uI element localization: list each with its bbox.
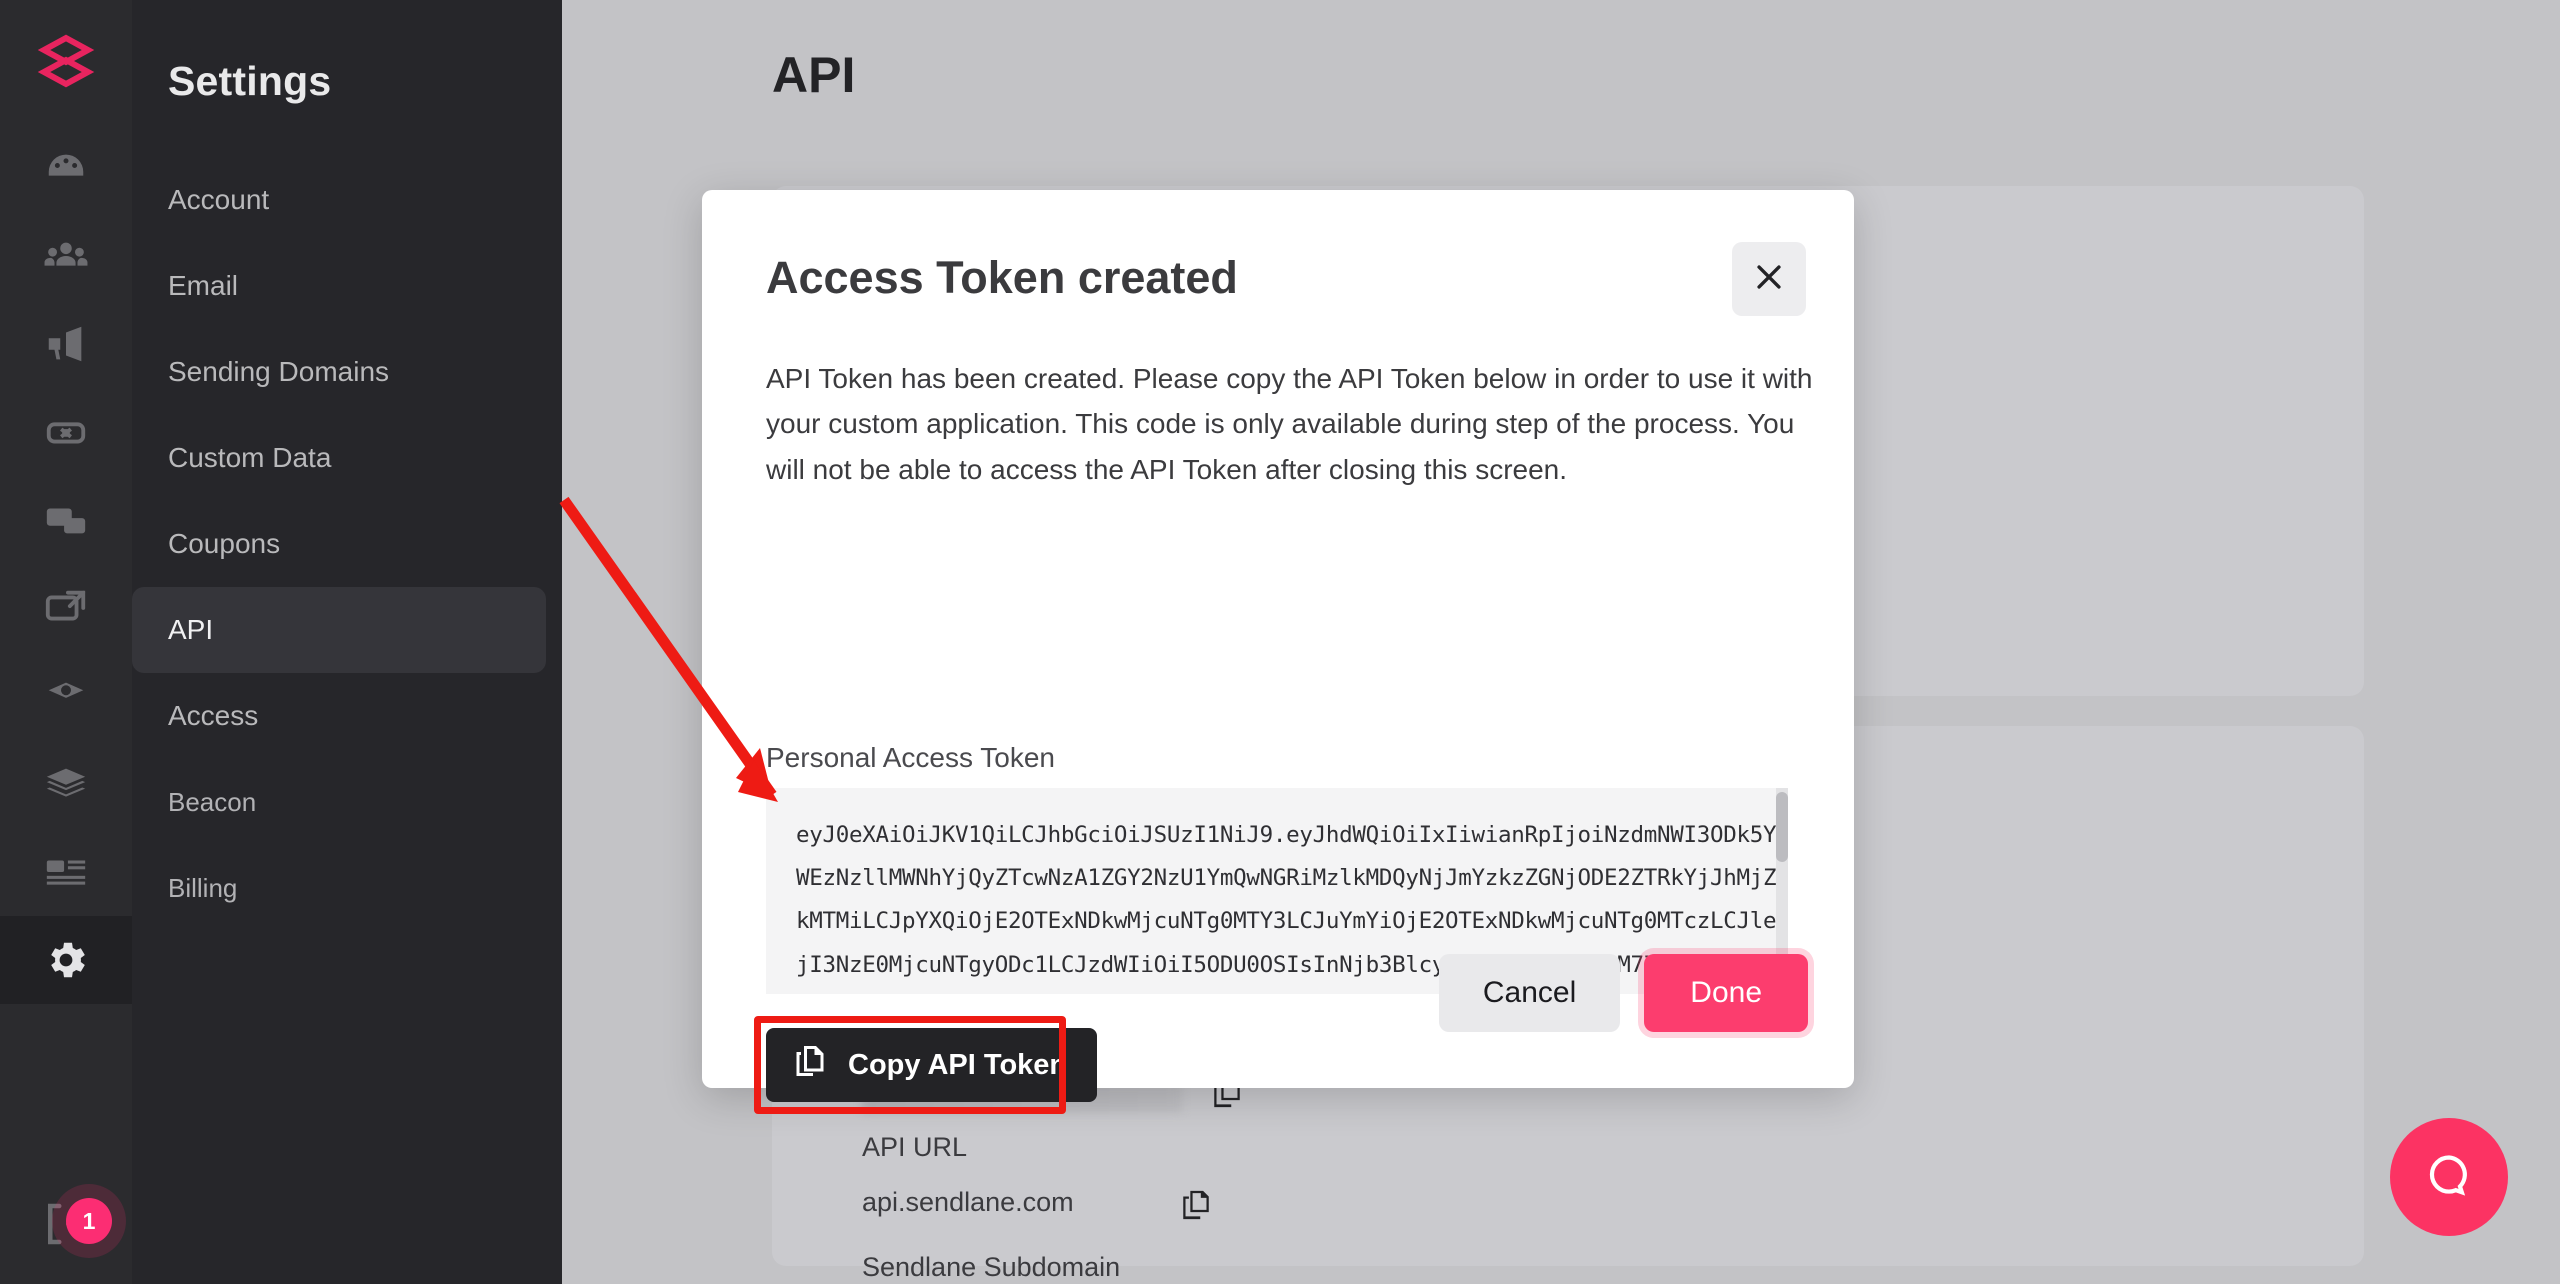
reviews-badge-icon xyxy=(43,673,89,719)
done-button[interactable]: Done xyxy=(1644,954,1808,1032)
chat-bubble-icon xyxy=(2421,1147,2477,1208)
sendlane-subdomain-label: Sendlane Subdomain xyxy=(862,1252,1121,1282)
sidebar-item-account[interactable]: 1 xyxy=(0,1168,132,1284)
sidebar-item-custom-data[interactable]: Custom Data xyxy=(132,415,546,501)
settings-gear-icon xyxy=(42,936,90,984)
sidebar-item-label: Beacon xyxy=(168,786,257,817)
copy-icon[interactable] xyxy=(1179,1188,1213,1222)
dashboard-gauge-icon xyxy=(43,145,89,191)
audience-people-icon xyxy=(43,233,89,279)
sidebar-item-label: Custom Data xyxy=(168,442,332,473)
sidebar-item-forms[interactable] xyxy=(0,564,132,652)
sidebar-item-library[interactable] xyxy=(0,740,132,828)
sidebar-item-billing[interactable]: Billing xyxy=(132,845,546,931)
sidebar-item-automations[interactable] xyxy=(0,388,132,476)
forms-popup-icon xyxy=(43,585,89,631)
token-field-label: Personal Access Token xyxy=(766,742,1055,773)
sidebar-item-settings[interactable] xyxy=(0,916,132,1004)
token-scrollbar-thumb[interactable] xyxy=(1776,792,1788,862)
sidebar-item-label: Coupons xyxy=(168,528,281,559)
sidebar-item-dashboard[interactable] xyxy=(0,124,132,212)
sidebar-item-email[interactable]: Email xyxy=(132,243,546,329)
cancel-button[interactable]: Cancel xyxy=(1438,954,1621,1032)
automation-flow-icon xyxy=(43,409,89,455)
sidebar-item-api[interactable]: API xyxy=(132,587,546,673)
sidebar-item-label: Access xyxy=(168,700,259,731)
sidebar-item-templates[interactable] xyxy=(0,828,132,916)
campaign-megaphone-icon xyxy=(43,321,89,367)
notification-badge[interactable]: 1 xyxy=(66,1198,112,1244)
sidebar-item-sending-domains[interactable]: Sending Domains xyxy=(132,329,546,415)
modal-description: API Token has been created. Please copy … xyxy=(766,363,1813,485)
sendlane-logo-icon[interactable] xyxy=(0,0,132,124)
sidebar-item-label: Account xyxy=(168,184,270,215)
copy-button-highlight xyxy=(754,1016,1066,1114)
sidebar-item-account-settings[interactable]: Account xyxy=(132,157,546,243)
page-title: API xyxy=(772,47,856,103)
library-layers-icon xyxy=(43,761,89,807)
sidebar-item-access[interactable]: Access xyxy=(132,673,546,759)
settings-nav: Account Email Sending Domains Custom Dat… xyxy=(132,157,562,931)
sidebar-item-coupons[interactable]: Coupons xyxy=(132,501,546,587)
close-button[interactable] xyxy=(1732,242,1806,316)
sidebar-item-label: Email xyxy=(168,270,239,301)
support-chat-button[interactable] xyxy=(2390,1118,2508,1236)
sidebar-item-label: Billing xyxy=(168,872,238,903)
sidebar-item-audience[interactable] xyxy=(0,212,132,300)
sidebar-item-label: Sending Domains xyxy=(168,356,390,387)
modal-title: Access Token created xyxy=(766,252,1238,303)
settings-panel: Settings Account Email Sending Domains C… xyxy=(132,0,562,1284)
access-token-created-modal: Access Token created API Token has been … xyxy=(702,190,1854,1114)
sidebar-item-reviews[interactable] xyxy=(0,652,132,740)
sidebar-item-label: API xyxy=(168,614,214,645)
templates-article-icon xyxy=(43,849,89,895)
sidebar-item-messages[interactable] xyxy=(0,476,132,564)
api-url-label: API URL xyxy=(862,1132,968,1162)
settings-title: Settings xyxy=(168,58,332,104)
messages-chat-icon xyxy=(43,497,89,543)
api-url-value: api.sendlane.com xyxy=(862,1187,1074,1217)
sidebar-item-campaigns[interactable] xyxy=(0,300,132,388)
icon-rail: 1 xyxy=(0,0,132,1284)
modal-footer: Cancel Done xyxy=(1438,954,1808,1032)
sidebar-item-beacon[interactable]: Beacon xyxy=(132,759,546,845)
close-icon xyxy=(1752,260,1786,299)
